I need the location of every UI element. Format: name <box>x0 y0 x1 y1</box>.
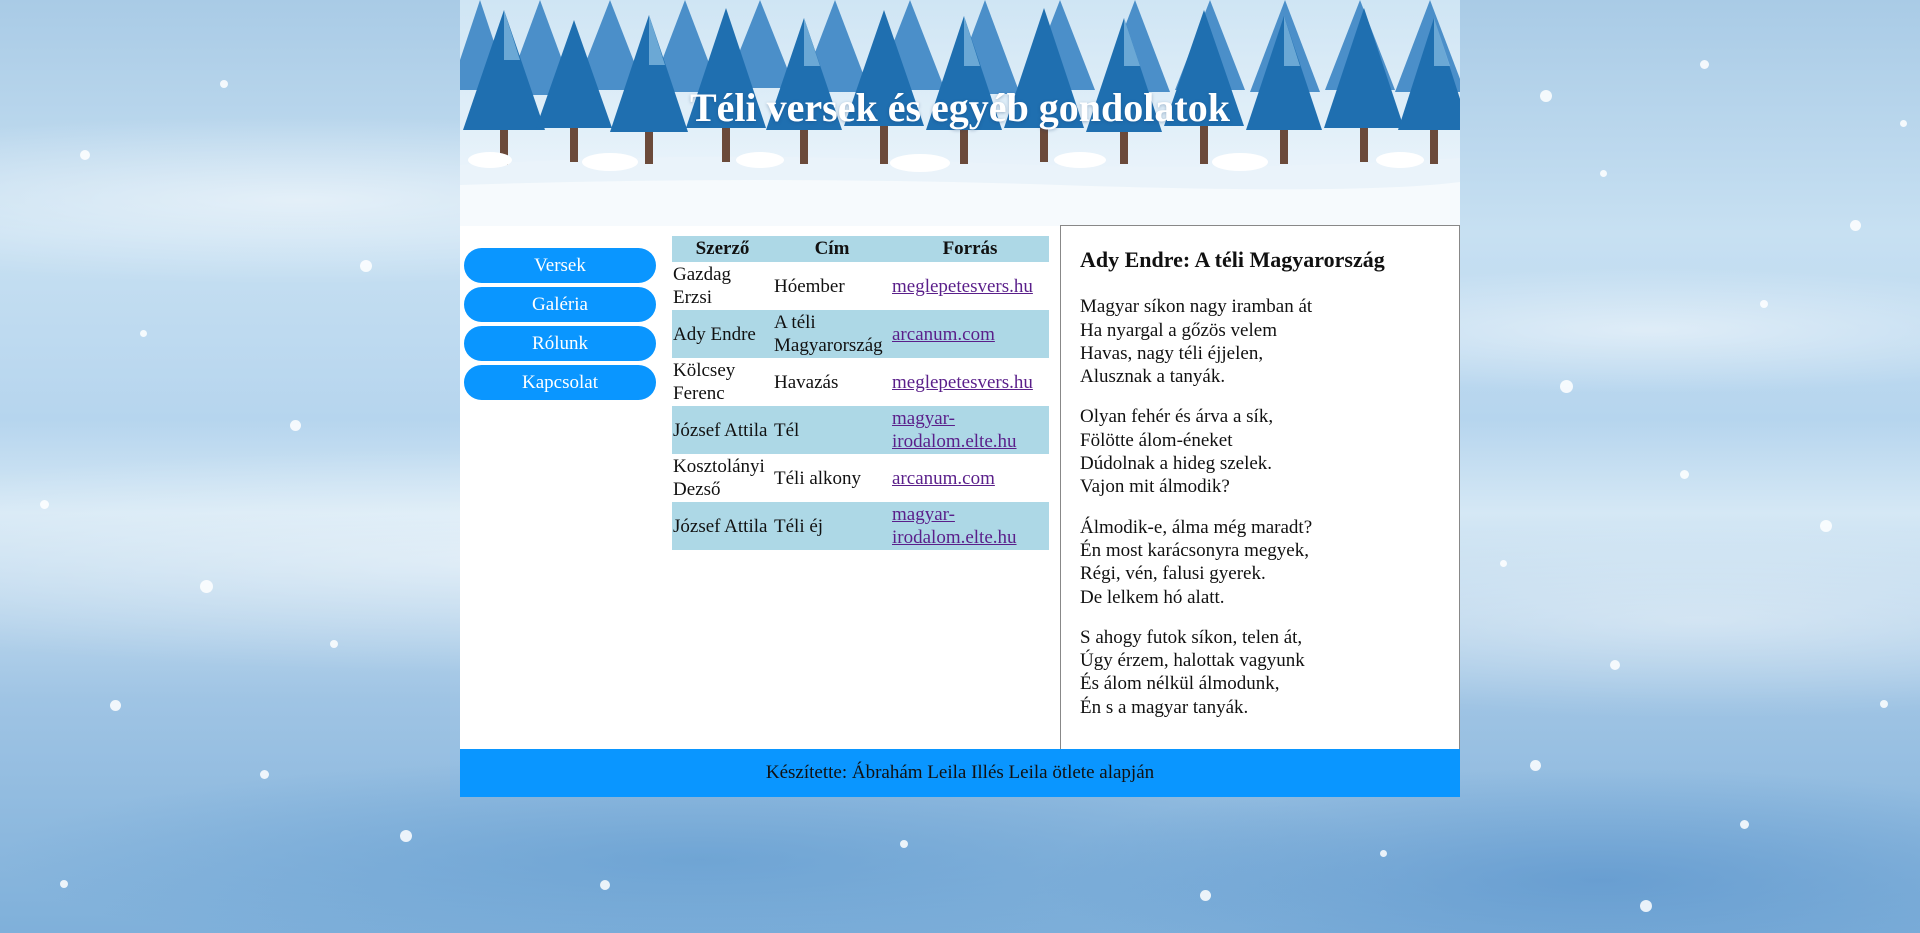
table-row: Ady Endre A téli Magyarország arcanum.co… <box>672 310 1049 358</box>
column-header-author: Szerző <box>672 236 773 262</box>
source-cell: magyar-irodalom.elte.hu <box>891 502 1049 550</box>
author-cell: József Attila <box>672 502 773 550</box>
poem-line: Olyan fehér és árva a sík, <box>1080 406 1274 428</box>
source-link[interactable]: arcanum.com <box>892 324 995 345</box>
poem-line: Én s a magyar tanyák. <box>1080 696 1249 718</box>
source-cell: meglepetesvers.hu <box>891 262 1049 310</box>
poem-line: Álmodik-e, álma még maradt? <box>1080 516 1313 538</box>
poem-line: Régi, vén, falusi gyerek. <box>1080 563 1266 585</box>
poem-line: Fölötte álom-éneket <box>1080 429 1233 451</box>
title-cell: Havazás <box>774 371 839 393</box>
source-link[interactable]: arcanum.com <box>892 468 995 489</box>
author-cell: Ady Endre <box>672 310 773 358</box>
table-header-row: Szerző Cím Forrás <box>672 236 1049 262</box>
poem-line: Magyar síkon nagy iramban át <box>1080 296 1313 318</box>
author-cell: Kosztolányi Dezső <box>673 456 765 500</box>
source-cell: meglepetesvers.hu <box>891 358 1049 406</box>
title-cell: Téli alkony <box>774 467 862 489</box>
source-link[interactable]: meglepetesvers.hu <box>892 372 1033 393</box>
table-row: Gazdag Erzsi Hóember meglepetesvers.hu <box>672 262 1049 310</box>
table-row: József Attila Tél magyar-irodalom.elte.h… <box>672 406 1049 454</box>
poem-line: És álom nélkül álmodunk, <box>1080 673 1280 695</box>
source-link[interactable]: magyar-irodalom.elte.hu <box>892 504 1017 548</box>
column-header-source: Forrás <box>891 236 1049 262</box>
poem-line: Dúdolnak a hideg szelek. <box>1080 453 1273 475</box>
nav-button-galeria[interactable]: Galéria <box>464 287 656 322</box>
column-header-title: Cím <box>773 236 891 262</box>
poem-panel: Ady Endre: A téli Magyarország Magyar sí… <box>1060 225 1460 750</box>
table-row: József Attila Téli éj magyar-irodalom.el… <box>672 502 1049 550</box>
title-cell: Tél <box>773 406 891 454</box>
footer: Készítette: Ábrahám Leila Illés Leila öt… <box>460 749 1460 797</box>
source-link[interactable]: meglepetesvers.hu <box>892 276 1033 297</box>
page-container: Téli versek és egyéb gondolatok Versek G… <box>460 0 1460 797</box>
site-title: Téli versek és egyéb gondolatok <box>690 85 1230 130</box>
poem-line: Vajon mit álmodik? <box>1080 476 1230 498</box>
table-row: Kölcsey Ferenc Havazás meglepetesvers.hu <box>672 358 1049 406</box>
table-row: Kosztolányi Dezső Téli alkony arcanum.co… <box>672 454 1049 502</box>
source-cell: arcanum.com <box>891 310 1049 358</box>
poem-line: Alusznak a tanyák. <box>1080 366 1226 388</box>
poem-line: Én most karácsonyra megyek, <box>1080 539 1309 561</box>
poem-line: Havas, nagy téli éjjelen, <box>1080 342 1264 364</box>
poem-line: Ha nyargal a gőzös velem <box>1080 319 1277 341</box>
header-banner: Téli versek és egyéb gondolatok <box>460 0 1460 226</box>
title-cell: Téli éj <box>773 502 891 550</box>
author-cell: József Attila <box>672 406 773 454</box>
main-navigation: Versek Galéria Rólunk Kapcsolat <box>464 248 656 404</box>
poem-stanza: Magyar síkon nagy iramban át Ha nyargal … <box>1080 295 1459 388</box>
nav-button-versek[interactable]: Versek <box>464 248 656 283</box>
poem-line: Úgy érzem, halottak vagyunk <box>1080 650 1305 672</box>
nav-button-kapcsolat[interactable]: Kapcsolat <box>464 365 656 400</box>
poems-table: Szerző Cím Forrás Gazdag Erzsi Hóember m… <box>672 236 1049 550</box>
source-cell: arcanum.com <box>891 454 1049 502</box>
title-cell: Hóember <box>774 275 845 297</box>
nav-button-rolunk[interactable]: Rólunk <box>464 326 656 361</box>
poem-line: De lelkem hó alatt. <box>1080 586 1225 608</box>
poem-stanza: Olyan fehér és árva a sík, Fölötte álom-… <box>1080 405 1459 498</box>
author-cell: Gazdag Erzsi <box>673 264 732 308</box>
source-link[interactable]: magyar-irodalom.elte.hu <box>892 408 1017 452</box>
poem-stanza: Álmodik-e, álma még maradt? Én most kará… <box>1080 516 1459 609</box>
source-cell: magyar-irodalom.elte.hu <box>891 406 1049 454</box>
author-cell: Kölcsey Ferenc <box>673 360 736 404</box>
poem-stanza: S ahogy futok síkon, telen át, Úgy érzem… <box>1080 626 1459 719</box>
poem-line: S ahogy futok síkon, telen át, <box>1080 626 1303 648</box>
footer-credit: Készítette: Ábrahám Leila Illés Leila öt… <box>765 762 1155 783</box>
title-cell: A téli Magyarország <box>773 310 891 358</box>
poem-title: Ady Endre: A téli Magyarország <box>1080 247 1385 272</box>
